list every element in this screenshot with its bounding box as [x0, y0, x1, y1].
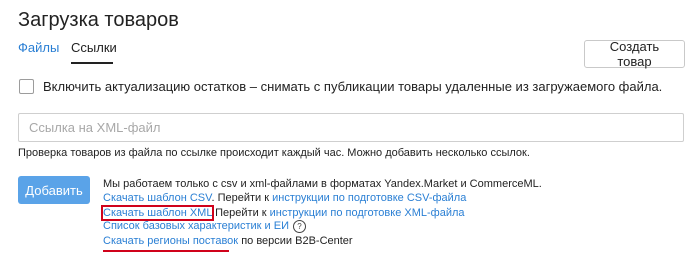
base-characteristics-link[interactable]: Список базовых характеристик и ЕИ — [103, 219, 289, 234]
csv-line: Скачать шаблон CSV. Перейти к инструкции… — [103, 191, 466, 206]
page-title: Загрузка товаров — [18, 9, 179, 31]
formats-text: Мы работаем только с csv и xml-файлами в… — [103, 178, 542, 190]
check-frequency-hint: Проверка товаров из файла по ссылке прои… — [18, 147, 530, 159]
add-button[interactable]: Добавить — [18, 176, 90, 204]
stock-update-label[interactable]: Включить актуализацию остатков – снимать… — [43, 79, 662, 94]
download-regions-link[interactable]: Скачать регионы поставок — [103, 235, 238, 247]
download-csv-template-link[interactable]: Скачать шаблон CSV — [103, 192, 211, 204]
xml-url-input[interactable] — [18, 113, 684, 142]
xml-instructions-link[interactable]: инструкции по подготовке XML-файла — [270, 207, 465, 219]
goto-text-xml: Перейти к — [215, 207, 267, 219]
tab-links[interactable]: Ссылки — [71, 40, 117, 55]
characteristics-line: Список базовых характеристик и ЕИ ? — [103, 219, 306, 234]
help-icon[interactable]: ? — [293, 220, 306, 233]
regions-line: Скачать регионы поставок по версии B2B-C… — [103, 234, 353, 252]
stock-update-checkbox[interactable] — [19, 79, 34, 94]
csv-instructions-link[interactable]: инструкции по подготовке CSV-файла — [272, 192, 466, 204]
regions-suffix: по версии B2B-Center — [241, 235, 353, 247]
create-product-button[interactable]: Создать товар — [584, 39, 685, 69]
active-tab-indicator — [71, 62, 113, 64]
tab-files[interactable]: Файлы — [18, 40, 59, 55]
stock-update-option: Включить актуализацию остатков – снимать… — [19, 79, 662, 94]
highlight-underline — [103, 250, 229, 252]
download-xml-template-link[interactable]: Скачать шаблон XML — [100, 205, 215, 221]
goto-text-csv: . Перейти к — [211, 192, 270, 204]
